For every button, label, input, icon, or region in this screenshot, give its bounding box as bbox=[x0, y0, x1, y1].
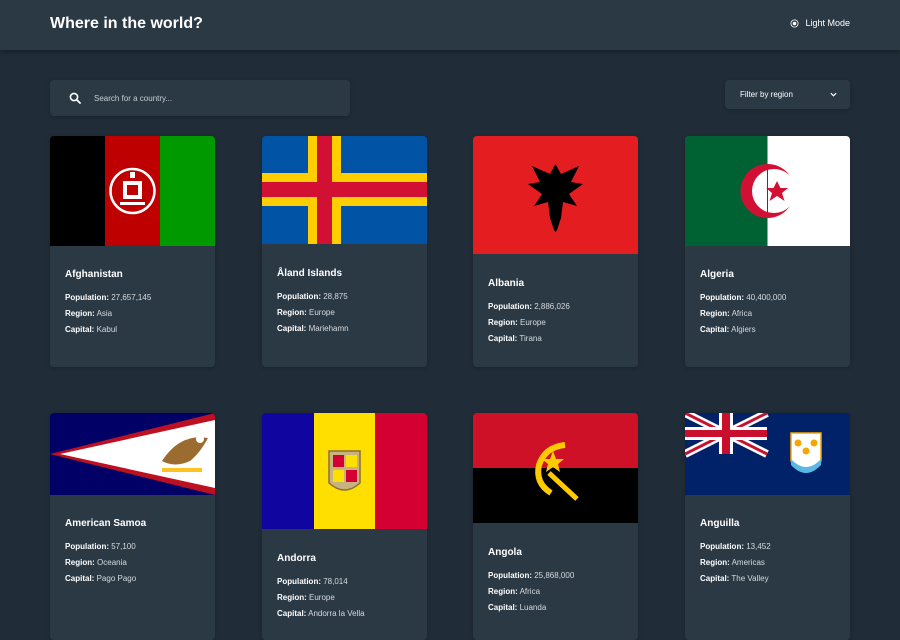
capital-label: Capital: bbox=[700, 574, 730, 583]
country-card-angola[interactable]: Angola Population: 25,868,000 Region: Af… bbox=[473, 413, 638, 640]
country-card-algeria[interactable]: Algeria Population: 40,400,000 Region: A… bbox=[685, 136, 850, 367]
top-bar: Where in the world? Light Mode bbox=[0, 0, 900, 50]
region-label: Region: bbox=[65, 558, 95, 567]
flag-afghanistan bbox=[50, 136, 215, 246]
region-label: Region: bbox=[488, 318, 518, 327]
region-label: Region: bbox=[488, 587, 518, 596]
population-value: 25,868,000 bbox=[534, 571, 575, 580]
country-card-afghanistan[interactable]: Afghanistan Population: 27,657,145 Regio… bbox=[50, 136, 215, 367]
capital-value: The Valley bbox=[731, 574, 769, 583]
capital-label: Capital: bbox=[277, 609, 307, 618]
population-value: 27,657,145 bbox=[111, 293, 152, 302]
region-value: Africa bbox=[519, 587, 541, 596]
capital-value: Pago Pago bbox=[96, 574, 137, 583]
region-filter-label: Filter by region bbox=[740, 90, 793, 99]
capital-label: Capital: bbox=[488, 603, 518, 612]
capital-value: Luanda bbox=[519, 603, 547, 612]
country-name: Albania bbox=[488, 278, 525, 289]
flag-anguilla bbox=[685, 413, 850, 495]
region-value: Africa bbox=[731, 309, 753, 318]
region-label: Region: bbox=[277, 308, 307, 317]
flag-angola bbox=[473, 413, 638, 523]
region-value: Oceania bbox=[97, 558, 127, 567]
population-value: 57,100 bbox=[111, 542, 136, 551]
region-label: Region: bbox=[700, 309, 730, 318]
capital-label: Capital: bbox=[65, 325, 95, 334]
population-label: Population: bbox=[65, 542, 109, 551]
capital-value: Kabul bbox=[96, 325, 118, 334]
region-value: Asia bbox=[96, 309, 113, 318]
flag-aland-islands bbox=[262, 136, 427, 244]
theme-toggle-label: Light Mode bbox=[805, 18, 850, 28]
region-label: Region: bbox=[277, 593, 307, 602]
country-name: Andorra bbox=[277, 553, 316, 564]
population-label: Population: bbox=[65, 293, 109, 302]
country-name: Åland Islands bbox=[277, 268, 343, 279]
capital-label: Capital: bbox=[700, 325, 730, 334]
country-card-andorra[interactable]: Andorra Population: 78,014 Region: Europ… bbox=[262, 413, 427, 640]
population-label: Population: bbox=[488, 571, 532, 580]
country-name: Afghanistan bbox=[65, 269, 123, 280]
search-input[interactable] bbox=[94, 80, 334, 116]
region-filter-dropdown[interactable]: Filter by region bbox=[725, 80, 850, 109]
flag-algeria bbox=[685, 136, 850, 246]
country-name: Algeria bbox=[700, 269, 734, 280]
capital-label: Capital: bbox=[65, 574, 95, 583]
search-icon bbox=[69, 92, 81, 104]
capital-label: Capital: bbox=[277, 324, 307, 333]
theme-toggle-button[interactable]: Light Mode bbox=[790, 18, 850, 28]
population-label: Population: bbox=[700, 293, 744, 302]
population-label: Population: bbox=[700, 542, 744, 551]
capital-value: Tirana bbox=[519, 334, 542, 343]
population-value: 13,452 bbox=[746, 542, 771, 551]
capital-value: Mariehamn bbox=[308, 324, 349, 333]
flag-american-samoa bbox=[50, 413, 215, 495]
country-card-albania[interactable]: Albania Population: 2,886,026 Region: Eu… bbox=[473, 136, 638, 367]
country-card-anguilla[interactable]: Anguilla Population: 13,452 Region: Amer… bbox=[685, 413, 850, 640]
country-name: American Samoa bbox=[65, 518, 147, 529]
population-value: 2,886,026 bbox=[534, 302, 570, 311]
country-name: Anguilla bbox=[700, 518, 740, 529]
population-label: Population: bbox=[277, 292, 321, 301]
region-label: Region: bbox=[700, 558, 730, 567]
population-value: 28,875 bbox=[323, 292, 348, 301]
flag-albania bbox=[473, 136, 638, 254]
country-card-american-samoa[interactable]: American Samoa Population: 57,100 Region… bbox=[50, 413, 215, 640]
population-label: Population: bbox=[488, 302, 532, 311]
region-label: Region: bbox=[65, 309, 95, 318]
capital-value: Algiers bbox=[731, 325, 756, 334]
region-value: Europe bbox=[309, 308, 335, 317]
capital-value: Andorra la Vella bbox=[308, 609, 365, 618]
sun-icon bbox=[790, 18, 799, 28]
region-value: Americas bbox=[731, 558, 765, 567]
population-label: Population: bbox=[277, 577, 321, 586]
region-value: Europe bbox=[520, 318, 546, 327]
capital-label: Capital: bbox=[488, 334, 518, 343]
search-box bbox=[50, 80, 350, 116]
chevron-down-icon bbox=[830, 92, 837, 97]
population-value: 40,400,000 bbox=[746, 293, 787, 302]
country-name: Angola bbox=[488, 547, 522, 558]
app-title: Where in the world? bbox=[50, 15, 203, 32]
population-value: 78,014 bbox=[323, 577, 348, 586]
flag-andorra bbox=[262, 413, 427, 529]
country-card-aland-islands[interactable]: Åland Islands Population: 28,875 Region:… bbox=[262, 136, 427, 367]
region-value: Europe bbox=[309, 593, 335, 602]
